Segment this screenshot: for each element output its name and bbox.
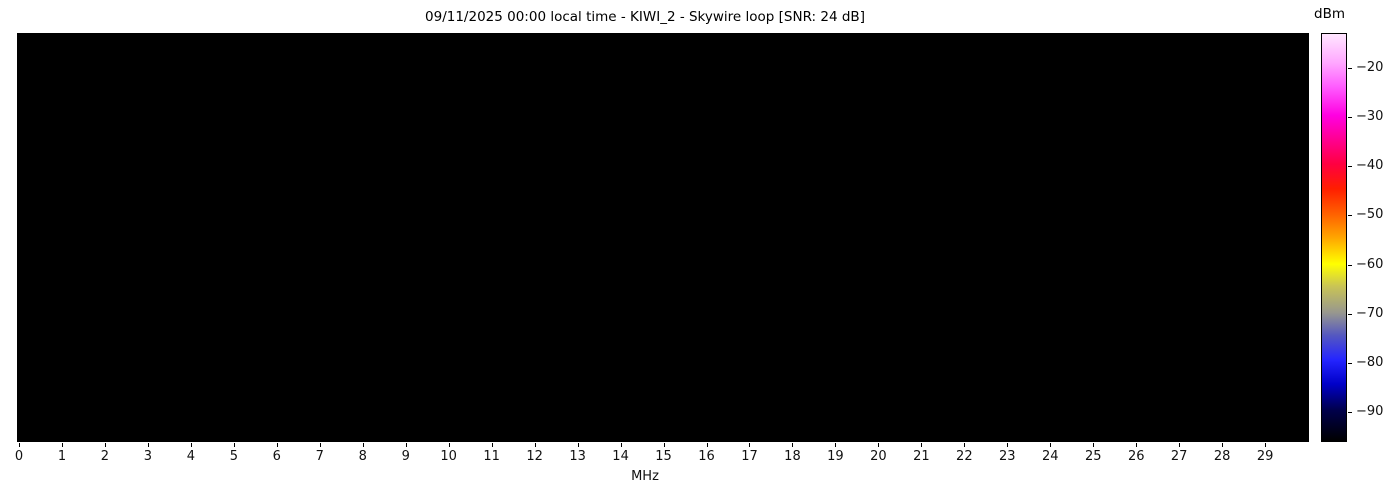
colorbar-tick-label: −90	[1356, 404, 1384, 420]
colorbar-tick-label: −60	[1356, 256, 1384, 272]
x-tick-label: 11	[483, 449, 500, 464]
spectrogram-canvas	[17, 33, 1309, 442]
x-tick-label: 15	[655, 449, 672, 464]
colorbar	[1321, 33, 1347, 442]
x-tick-label: 21	[913, 449, 930, 464]
figure: 09/11/2025 00:00 local time - KIWI_2 - S…	[0, 0, 1400, 500]
x-tick-label: 2	[100, 449, 110, 464]
x-tick-label: 4	[186, 449, 196, 464]
x-tick-label: 3	[143, 449, 153, 464]
x-axis-label: MHz	[631, 469, 659, 484]
x-tick-label: 16	[698, 449, 715, 464]
colorbar-label: dBm	[1314, 6, 1345, 22]
x-tick-label: 25	[1084, 449, 1102, 464]
colorbar-tick-label: −20	[1356, 59, 1384, 75]
colorbar-tick-mark	[1348, 363, 1352, 365]
x-tick-mark	[448, 443, 450, 447]
x-tick-mark	[835, 443, 837, 447]
x-tick-mark	[276, 443, 278, 447]
x-tick-mark	[61, 443, 63, 447]
x-tick-label: 0	[14, 449, 24, 464]
colorbar-tick-mark	[1348, 116, 1352, 118]
x-tick-label: 12	[526, 449, 543, 464]
x-tick-mark	[362, 443, 364, 447]
x-tick-mark	[1265, 443, 1267, 447]
x-tick-mark	[405, 443, 407, 447]
x-tick-label: 9	[401, 449, 410, 464]
colorbar-tick-mark	[1348, 412, 1352, 414]
x-tick-label: 19	[827, 449, 844, 464]
x-tick-mark	[577, 443, 579, 447]
x-tick-label: 6	[272, 449, 281, 464]
chart-title: 09/11/2025 00:00 local time - KIWI_2 - S…	[425, 9, 865, 25]
x-tick-label: 26	[1127, 449, 1145, 464]
colorbar-tick-label: −30	[1356, 108, 1384, 124]
colorbar-tick-mark	[1348, 215, 1352, 217]
x-tick-label: 27	[1170, 449, 1188, 464]
x-tick-mark	[620, 443, 622, 447]
x-tick-mark	[190, 443, 192, 447]
colorbar-tick-mark	[1348, 264, 1352, 266]
x-tick-mark	[19, 443, 20, 447]
x-tick-mark	[1007, 443, 1009, 447]
x-tick-label: 5	[229, 449, 238, 464]
colorbar-tick-label: −80	[1356, 355, 1384, 371]
colorbar-tick-mark	[1348, 67, 1352, 69]
x-tick-mark	[1179, 443, 1181, 447]
x-tick-label: 29	[1256, 449, 1274, 464]
x-tick-mark	[534, 443, 536, 447]
x-tick-mark	[1222, 443, 1224, 447]
colorbar-gradient	[1322, 34, 1346, 441]
x-tick-mark	[1093, 443, 1095, 447]
x-tick-label: 14	[612, 449, 629, 464]
x-tick-label: 18	[784, 449, 801, 464]
x-tick-label: 10	[440, 449, 457, 464]
x-tick-mark	[749, 443, 751, 447]
x-tick-mark	[792, 443, 794, 447]
x-tick-label: 28	[1213, 449, 1231, 464]
x-tick-mark	[921, 443, 923, 447]
colorbar-tick-label: −70	[1356, 305, 1384, 321]
x-tick-mark	[1050, 443, 1052, 447]
x-tick-label: 1	[57, 449, 67, 464]
x-tick-mark	[233, 443, 235, 447]
x-tick-mark	[964, 443, 966, 447]
x-tick-mark	[104, 443, 106, 447]
x-tick-label: 23	[999, 449, 1016, 464]
x-tick-label: 13	[569, 449, 586, 464]
x-tick-mark	[878, 443, 880, 447]
x-tick-mark	[491, 443, 493, 447]
colorbar-tick-mark	[1348, 313, 1352, 315]
x-tick-label: 22	[956, 449, 973, 464]
x-tick-mark	[147, 443, 149, 447]
colorbar-tick-label: −50	[1356, 207, 1384, 223]
x-tick-label: 17	[741, 449, 758, 464]
colorbar-tick-mark	[1348, 166, 1352, 167]
x-tick-mark	[319, 443, 321, 447]
x-tick-mark	[706, 443, 708, 447]
x-tick-label: 7	[315, 449, 324, 464]
colorbar-tick-label: −40	[1356, 158, 1384, 173]
x-tick-mark	[1136, 443, 1138, 447]
x-tick-label: 8	[358, 449, 367, 464]
x-tick-label: 24	[1041, 449, 1059, 464]
x-tick-mark	[663, 443, 665, 447]
x-tick-label: 20	[870, 449, 887, 464]
